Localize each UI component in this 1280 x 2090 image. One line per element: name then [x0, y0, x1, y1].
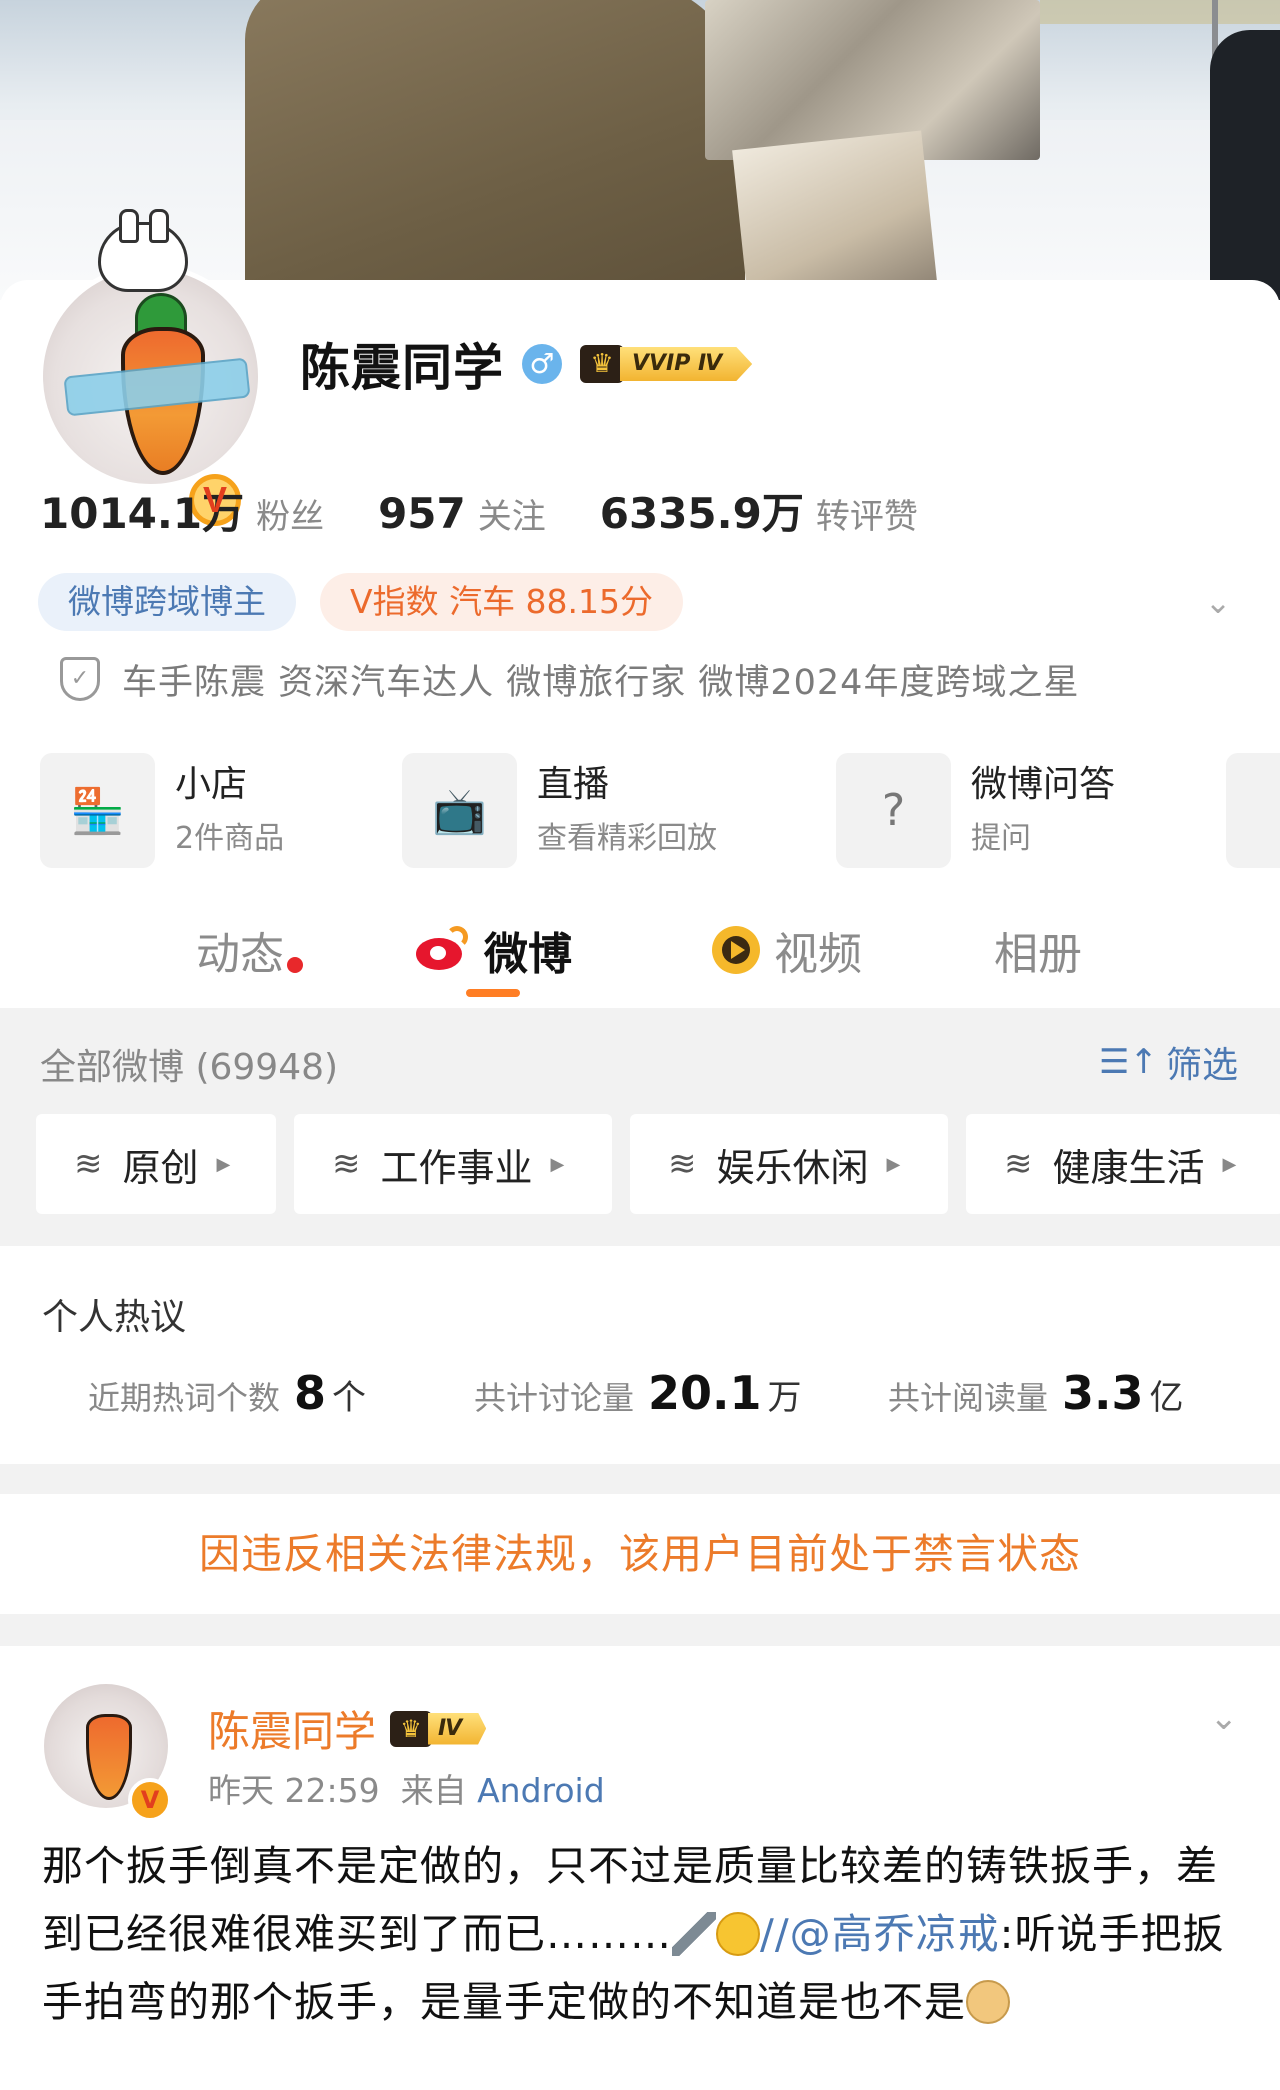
tab-video[interactable]: 视频: [712, 900, 862, 1000]
weibo-post[interactable]: V 陈震同学 ♛ Ⅳ ⌄ 昨天 22:59 来自 Android 那个扳手倒真不…: [0, 1646, 1280, 2090]
service-shop-title: 小店: [175, 763, 248, 805]
feed-filter-area: 全部微博 (69948) ☰↑ 筛选 ≋ 原创 ▶ ≋ 工作事业 ▶ ≋ 娱乐休…: [0, 1008, 1280, 1246]
chip-entertainment[interactable]: ≋ 娱乐休闲 ▶: [630, 1114, 948, 1214]
tab-active-indicator: [466, 989, 520, 997]
personal-hot-section[interactable]: 个人热议 近期热词个数 8 个 共计讨论量 20.1 万 共计阅读量 3.3 亿: [0, 1246, 1280, 1464]
chip-original[interactable]: ≋ 原创 ▶: [36, 1114, 276, 1214]
profile-name-row: 陈震同学 ♂ ♛ VVIP Ⅳ: [300, 334, 753, 397]
caret-right-icon: ▶: [886, 1153, 901, 1175]
post-author-row: 陈震同学 ♛ Ⅳ: [208, 1698, 487, 1759]
vvip-badge[interactable]: ♛ VVIP Ⅳ: [580, 342, 753, 386]
cover-stripe: [1040, 0, 1280, 24]
service-live[interactable]: 📺 直播 查看精彩回放: [402, 753, 717, 868]
cover-person-right: [1210, 30, 1280, 300]
section-divider: [0, 1614, 1280, 1646]
tag-cross-domain[interactable]: 微博跨域博主: [38, 573, 296, 631]
ban-notice: 因违反相关法律法规，该用户目前处于禁言状态: [0, 1494, 1280, 1614]
tag-v-index[interactable]: V指数 汽车 88.15分: [320, 573, 684, 631]
hot-stats: 近期热词个数 8 个 共计讨论量 20.1 万 共计阅读量 3.3 亿: [0, 1366, 1280, 1426]
tag-icon: [1226, 753, 1280, 868]
tab-dynamic[interactable]: 动态: [196, 900, 284, 1000]
caret-right-icon: ▶: [1222, 1153, 1237, 1175]
layers-icon: ≋: [668, 1144, 697, 1184]
crown-icon: ♛: [580, 345, 624, 383]
layers-icon: ≋: [332, 1144, 361, 1184]
notification-dot: [287, 957, 303, 973]
hot-read-count: 共计阅读量 3.3 亿: [888, 1366, 1184, 1420]
service-live-title: 直播: [537, 763, 610, 805]
live-tv-icon: 📺: [402, 753, 517, 868]
question-icon: ?: [836, 753, 951, 868]
service-qa[interactable]: ? 微博问答 提问: [836, 753, 1115, 868]
post-avatar[interactable]: V: [44, 1666, 174, 1822]
weibo-logo-icon: [414, 926, 472, 974]
mention-link[interactable]: @高乔凉戒: [790, 1910, 1000, 1958]
post-more-chevron-icon[interactable]: ⌄: [1210, 1698, 1239, 1738]
profile-tags-row: 微博跨域博主 V指数 汽车 88.15分 ⌄: [38, 572, 1248, 632]
category-chips: ≋ 原创 ▶ ≋ 工作事业 ▶ ≋ 娱乐休闲 ▶ ≋ 健康生活 ▶: [36, 1114, 1280, 1214]
post-author-name[interactable]: 陈震同学: [208, 1698, 376, 1759]
hot-discussion-count: 共计讨论量 20.1 万: [474, 1366, 802, 1420]
profile-name: 陈震同学: [300, 339, 504, 397]
chip-work[interactable]: ≋ 工作事业 ▶: [294, 1114, 612, 1214]
service-more[interactable]: [1226, 753, 1280, 868]
post-level-badge: Ⅳ: [428, 1712, 487, 1745]
profile-stats: 1014.1万 粉丝 957 关注 6335.9万 转评赞: [40, 480, 972, 541]
cover-sign: [732, 130, 938, 300]
all-weibo-count: 全部微博 (69948): [40, 1047, 339, 1088]
shop-icon: 🏪: [40, 753, 155, 868]
tab-album[interactable]: 相册: [994, 900, 1082, 1000]
male-icon: ♂: [522, 344, 562, 384]
post-body[interactable]: 那个扳手倒真不是定做的，只不过是质量比较差的铸铁扳手，差到已经很难很难买到了而已…: [42, 1832, 1242, 2036]
crown-icon: ♛: [390, 1710, 433, 1747]
post-source: Android: [477, 1771, 605, 1810]
wrench-emoji-icon: [672, 1912, 716, 1956]
cover-person-jacket: [245, 0, 745, 300]
doge-emoji-icon: [966, 1980, 1010, 2024]
services-row: 🏪 小店 2件商品 📺 直播 查看精彩回放 ? 微博问答 提问: [40, 753, 1280, 868]
profile-avatar-wrap[interactable]: V: [38, 209, 268, 531]
avatar[interactable]: [38, 264, 263, 489]
section-divider: [0, 1464, 1280, 1494]
laugh-cry-emoji-icon: [716, 1912, 760, 1956]
bunny-ear-right: [149, 209, 169, 243]
vvip-label: VVIP Ⅳ: [620, 347, 753, 381]
profile-card: V 陈震同学 ♂ ♛ VVIP Ⅳ 1014.1万 粉丝 957 关注 6335…: [0, 209, 1280, 1008]
caret-right-icon: ▶: [216, 1153, 231, 1175]
certification-text: 车手陈震 资深汽车达人 微博旅行家 微博2024年度跨域之星: [122, 662, 1080, 703]
video-play-icon: [712, 926, 760, 974]
service-shop[interactable]: 🏪 小店 2件商品: [40, 753, 284, 868]
filter-sort-icon: ☰↑: [1099, 1042, 1158, 1082]
post-meta: 昨天 22:59 来自 Android: [208, 1771, 605, 1810]
filter-button[interactable]: ☰↑ 筛选: [1099, 1036, 1238, 1088]
stat-interactions[interactable]: 6335.9万 转评赞: [600, 480, 918, 541]
shield-icon: ✓: [60, 657, 100, 701]
chevron-down-icon[interactable]: ⌄: [1198, 582, 1238, 622]
hot-title: 个人热议: [42, 1297, 187, 1338]
bunny-ear-left: [119, 209, 139, 243]
post-time: 昨天 22:59: [208, 1771, 380, 1810]
stat-following[interactable]: 957 关注: [378, 489, 546, 538]
verified-badge-icon: V: [128, 1778, 172, 1822]
caret-right-icon: ▶: [550, 1153, 565, 1175]
profile-tabs: 动态 微博 视频 相册: [0, 900, 1280, 1008]
tab-weibo[interactable]: 微博: [414, 900, 572, 1000]
certification-row[interactable]: ✓ 车手陈震 资深汽车达人 微博旅行家 微博2024年度跨域之星: [60, 654, 1079, 704]
layers-icon: ≋: [74, 1144, 103, 1184]
service-live-subtitle: 查看精彩回放: [537, 820, 717, 856]
hot-keyword-count: 近期热词个数 8 个: [88, 1366, 367, 1420]
chip-health[interactable]: ≋ 健康生活 ▶: [966, 1114, 1280, 1214]
avatar-pendant-bunny: [98, 209, 188, 292]
service-qa-subtitle: 提问: [971, 820, 1031, 856]
service-shop-subtitle: 2件商品: [175, 820, 285, 856]
layers-icon: ≋: [1004, 1144, 1033, 1184]
service-qa-title: 微博问答: [971, 763, 1116, 805]
stat-followers[interactable]: 1014.1万 粉丝: [40, 480, 324, 541]
